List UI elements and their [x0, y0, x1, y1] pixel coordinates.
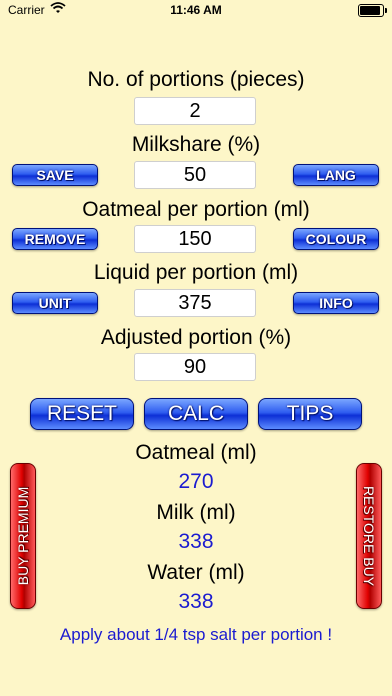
colour-button[interactable]: COLOUR	[293, 228, 379, 250]
liquid-per-portion-input[interactable]	[134, 289, 256, 317]
adjusted-portion-label: Adjusted portion (%)	[100, 326, 292, 349]
restore-buy-label: RESTORE BUY	[361, 485, 377, 587]
lang-button[interactable]: LANG	[293, 164, 379, 186]
buy-premium-label: BUY PREMIUM	[15, 486, 31, 586]
clock: 11:46 AM	[170, 3, 222, 17]
buy-premium-button[interactable]: BUY PREMIUM	[10, 463, 36, 609]
calc-button[interactable]: CALC	[144, 398, 248, 430]
milk-result-value: 338	[178, 530, 214, 553]
liquid-per-portion-label: Liquid per portion (ml)	[93, 261, 299, 284]
reset-button[interactable]: RESET	[30, 398, 134, 430]
portions-input[interactable]	[134, 97, 256, 125]
oatmeal-result-label: Oatmeal (ml)	[135, 441, 257, 464]
tips-button[interactable]: TIPS	[258, 398, 362, 430]
milkshare-label: Milkshare (%)	[131, 133, 261, 156]
info-button[interactable]: INFO	[293, 292, 379, 314]
milk-result-label: Milk (ml)	[156, 501, 236, 524]
unit-button[interactable]: UNIT	[12, 292, 98, 314]
water-result-value: 338	[178, 590, 214, 613]
status-bar: Carrier 11:46 AM	[0, 0, 392, 22]
remove-button[interactable]: REMOVE	[12, 228, 98, 250]
portions-label: No. of portions (pieces)	[87, 68, 305, 91]
oatmeal-per-portion-input[interactable]	[134, 225, 256, 253]
battery-icon	[358, 4, 387, 17]
restore-buy-button[interactable]: RESTORE BUY	[356, 463, 382, 609]
adjusted-portion-input[interactable]	[134, 353, 256, 381]
milkshare-input[interactable]	[134, 161, 256, 189]
salt-tip: Apply about 1/4 tsp salt per portion !	[59, 625, 333, 644]
save-button[interactable]: SAVE	[12, 164, 98, 186]
oatmeal-result-value: 270	[178, 470, 214, 493]
water-result-label: Water (ml)	[147, 561, 245, 584]
oatmeal-per-portion-label: Oatmeal per portion (ml)	[82, 198, 310, 221]
